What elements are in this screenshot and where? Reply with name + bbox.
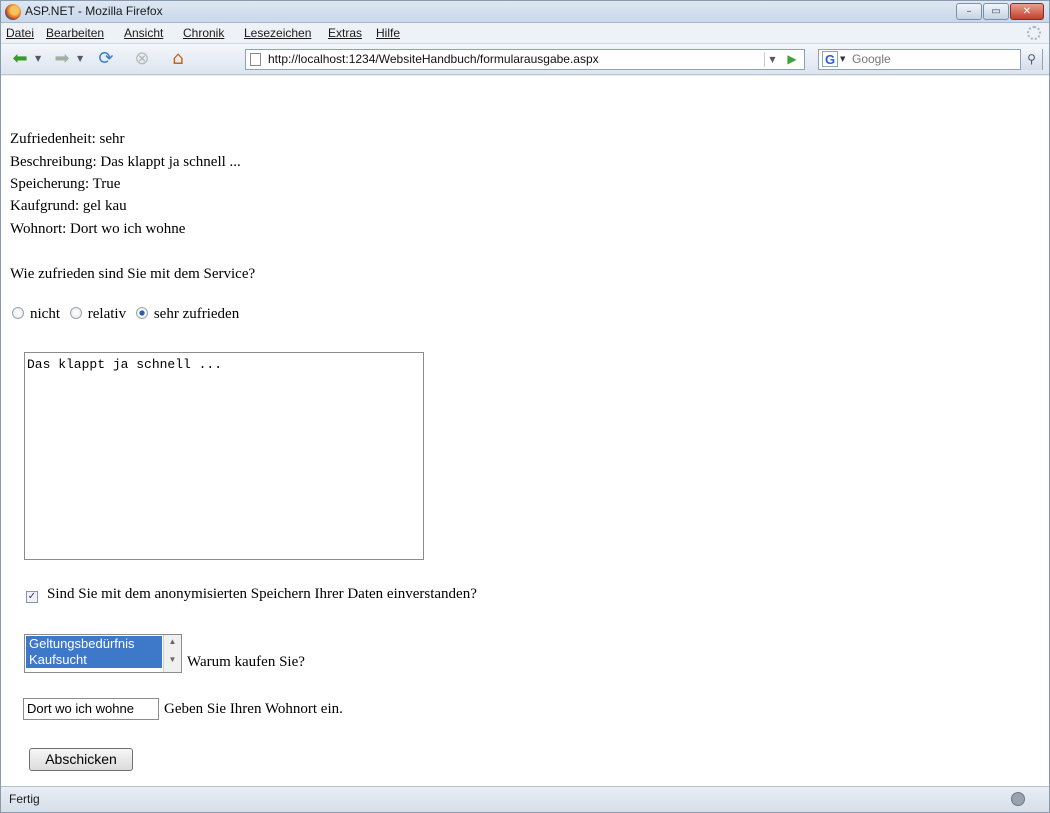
minimize-button[interactable]: – xyxy=(956,3,982,20)
consent-label[interactable]: Sind Sie mit dem anonymisierten Speicher… xyxy=(47,586,477,602)
menu-bar: Datei Bearbeiten Ansicht Chronik Lesezei… xyxy=(1,23,1049,44)
list-item-geltungsbeduerfnis[interactable]: Geltungsbedürfnis xyxy=(26,636,162,652)
submit-button[interactable]: Abschicken xyxy=(29,748,133,771)
purchase-reason-caption: Warum kaufen Sie? xyxy=(187,654,305,670)
google-icon[interactable]: G xyxy=(822,51,838,67)
radio-relativ[interactable] xyxy=(69,307,82,319)
page-content: Zufriedenheit: sehr Beschreibung: Das kl… xyxy=(1,76,1049,786)
scroll-down-icon[interactable]: ▼ xyxy=(164,655,181,664)
search-icon[interactable]: ⚲ xyxy=(1020,49,1042,70)
radio-label-nicht[interactable]: nicht xyxy=(30,306,60,322)
residence-input[interactable]: Dort wo ich wohne xyxy=(23,698,159,720)
consent-row: ✓ Sind Sie mit dem anonymisierten Speiche… xyxy=(26,586,477,603)
url-history-dropdown-icon[interactable]: ▼ xyxy=(764,52,780,67)
status-bar: Fertig xyxy=(1,786,1049,812)
summary-zufriedenheit: Zufriedenheit: sehr xyxy=(10,131,125,147)
list-item-kaufsucht[interactable]: Kaufsucht xyxy=(26,652,162,668)
status-text: Fertig xyxy=(9,792,40,806)
summary-speicherung: Speicherung: True xyxy=(10,176,121,192)
maximize-button[interactable]: ▭ xyxy=(983,3,1009,20)
description-textarea[interactable]: Das klappt ja schnell ... xyxy=(24,352,424,560)
go-icon[interactable]: ▶ xyxy=(784,52,800,67)
forward-dropdown-icon[interactable]: ▼ xyxy=(77,54,83,63)
summary-kaufgrund: Kaufgrund: gel kau xyxy=(10,198,127,214)
summary-wohnort: Wohnort: Dort wo ich wohne xyxy=(10,221,186,237)
radio-label-relativ[interactable]: relativ xyxy=(88,306,126,322)
search-bar[interactable]: G ▼ Google ⚲ xyxy=(818,49,1043,70)
back-icon[interactable]: ⬅ xyxy=(9,48,31,70)
forward-icon[interactable]: ➡ xyxy=(51,48,73,70)
purchase-reason-listbox[interactable]: Geltungsbedürfnis Kaufsucht ▲ ▼ xyxy=(24,634,182,673)
menu-lesezeichen[interactable]: Lesezeichen xyxy=(244,26,311,40)
menu-hilfe[interactable]: Hilfe xyxy=(376,26,400,40)
stop-icon[interactable]: ⊗ xyxy=(131,48,153,70)
search-engine-dropdown-icon[interactable]: ▼ xyxy=(840,55,845,63)
firefox-icon xyxy=(5,4,21,20)
menu-extras[interactable]: Extras xyxy=(328,26,362,40)
home-icon[interactable]: ⌂ xyxy=(167,48,189,70)
menu-chronik[interactable]: Chronik xyxy=(183,26,224,40)
back-dropdown-icon[interactable]: ▼ xyxy=(35,54,41,63)
search-input[interactable]: Google xyxy=(852,52,891,66)
browser-window: ASP.NET - Mozilla Firefox – ▭ ✕ Datei Be… xyxy=(0,0,1050,813)
menu-ansicht[interactable]: Ansicht xyxy=(124,26,163,40)
menu-bearbeiten[interactable]: Bearbeiten xyxy=(46,26,104,40)
summary-beschreibung: Beschreibung: Das klappt ja schnell ... xyxy=(10,154,241,170)
navigation-toolbar: ⬅ ▼ ➡ ▼ ⟳ ⊗ ⌂ http://localhost:1234/Webs… xyxy=(1,44,1049,75)
scroll-up-icon[interactable]: ▲ xyxy=(164,637,181,646)
url-text[interactable]: http://localhost:1234/WebsiteHandbuch/fo… xyxy=(268,52,599,66)
radio-label-sehr-zufrieden[interactable]: sehr zufrieden xyxy=(154,306,239,322)
satisfaction-question: Wie zufrieden sind Sie mit dem Service? xyxy=(10,266,256,282)
activity-throbber-icon xyxy=(1027,26,1041,40)
listbox-scrollbar[interactable]: ▲ ▼ xyxy=(163,635,181,672)
page-icon xyxy=(250,53,261,66)
radio-sehr-zufrieden[interactable] xyxy=(135,307,148,319)
reload-icon[interactable]: ⟳ xyxy=(95,48,117,70)
radio-nicht[interactable] xyxy=(12,307,24,319)
satisfaction-radio-group: nicht relativ sehr zufrieden xyxy=(12,306,245,326)
url-bar[interactable]: http://localhost:1234/WebsiteHandbuch/fo… xyxy=(245,49,805,70)
security-status-icon xyxy=(1011,792,1025,806)
window-title: ASP.NET - Mozilla Firefox xyxy=(25,4,163,18)
menu-datei[interactable]: Datei xyxy=(6,26,34,40)
close-button[interactable]: ✕ xyxy=(1010,3,1044,20)
consent-checkbox[interactable]: ✓ xyxy=(26,591,38,603)
title-bar: ASP.NET - Mozilla Firefox – ▭ ✕ xyxy=(1,1,1049,23)
residence-caption: Geben Sie Ihren Wohnort ein. xyxy=(164,701,343,717)
